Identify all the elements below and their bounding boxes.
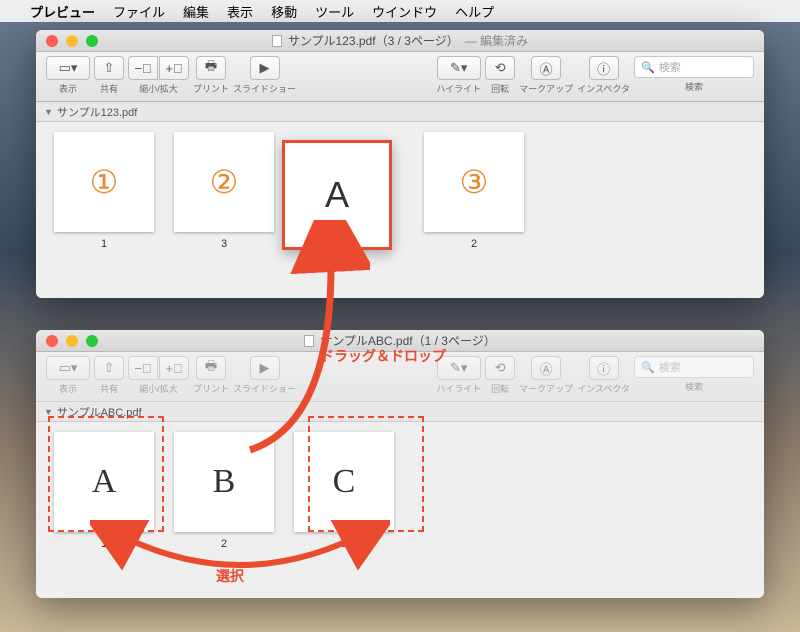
highlight-label: ハイライト: [436, 382, 481, 395]
view-label: 表示: [59, 82, 77, 95]
page-thumb-2[interactable]: ②3: [174, 132, 274, 250]
page-thumb-3[interactable]: ③2: [424, 132, 524, 250]
selection-outline-c: [308, 416, 424, 532]
share-label: 共有: [100, 82, 118, 95]
title-text: サンプル123.pdf（3 / 3ページ）: [288, 32, 459, 49]
drag-count-badge: 1: [328, 242, 346, 257]
view-label: 表示: [59, 382, 77, 395]
inspector-button[interactable]: ⓘ: [589, 356, 619, 380]
zoom-label: 縮小/拡大: [139, 382, 178, 395]
menu-tool[interactable]: ツール: [315, 2, 354, 21]
print-button[interactable]: 🖶: [196, 56, 226, 80]
page-thumb-b[interactable]: B2: [174, 432, 274, 550]
rotate-label: 回転: [491, 382, 509, 395]
print-label: プリント: [193, 82, 229, 95]
page-number: 1: [101, 238, 107, 250]
document-icon: [304, 335, 314, 347]
thumb-preview: ③: [424, 132, 524, 232]
thumb-preview: B: [174, 432, 274, 532]
highlight-label: ハイライト: [436, 82, 481, 95]
search-icon: 🔍: [641, 361, 655, 374]
annotation-select: 選択: [216, 566, 244, 586]
disclosure-triangle-icon[interactable]: ▼: [44, 107, 53, 117]
menu-view[interactable]: 表示: [227, 2, 253, 21]
drag-letter: A: [325, 174, 349, 216]
print-label: プリント: [193, 382, 229, 395]
slideshow-label: スライドショー: [233, 382, 296, 395]
disclosure-triangle-icon[interactable]: ▼: [44, 407, 53, 417]
thumb-preview: ①: [54, 132, 154, 232]
rotate-label: 回転: [491, 82, 509, 95]
page-thumb-1[interactable]: ①1: [54, 132, 154, 250]
menu-file[interactable]: ファイル: [113, 2, 165, 21]
zoom-label: 縮小/拡大: [139, 82, 178, 95]
share-label: 共有: [100, 382, 118, 395]
zoom-out-button[interactable]: −⃝: [128, 56, 158, 80]
zoom-out-button[interactable]: −⃝: [128, 356, 158, 380]
filename-label: サンプル123.pdf: [57, 104, 137, 120]
page-number: 3: [341, 538, 347, 550]
page-number: 1: [101, 538, 107, 550]
document-icon: [272, 35, 282, 47]
share-button[interactable]: ⇧: [94, 356, 124, 380]
markup-button[interactable]: Ⓐ: [531, 356, 561, 380]
thumb-preview: ②: [174, 132, 274, 232]
window-title: サンプル123.pdf（3 / 3ページ） — 編集済み: [36, 32, 764, 49]
dragged-page-thumb[interactable]: A 1: [282, 140, 392, 250]
search-input[interactable]: 🔍 検索: [634, 356, 754, 378]
inspector-label: インスペクタ: [577, 82, 630, 95]
menu-go[interactable]: 移動: [271, 2, 297, 21]
search-label: 検索: [685, 380, 703, 393]
search-placeholder: 検索: [659, 359, 681, 375]
page-number: 2: [221, 538, 227, 550]
titlebar[interactable]: サンプル123.pdf（3 / 3ページ） — 編集済み: [36, 30, 764, 52]
slideshow-button[interactable]: ▶: [250, 356, 280, 380]
preview-window-1: サンプル123.pdf（3 / 3ページ） — 編集済み ▭▾ 表示 ⇧ 共有 −⃝…: [36, 30, 764, 298]
slideshow-label: スライドショー: [233, 82, 296, 95]
search-placeholder: 検索: [659, 59, 681, 75]
selection-outline-a: [48, 416, 164, 532]
view-mode-button[interactable]: ▭▾: [46, 356, 90, 380]
markup-button[interactable]: Ⓐ: [531, 56, 561, 80]
zoom-in-button[interactable]: +⃝: [159, 356, 189, 380]
inspector-button[interactable]: ⓘ: [589, 56, 619, 80]
page-number: 3: [221, 238, 227, 250]
annotation-drag-drop: ドラッグ＆ドロップ: [320, 346, 446, 366]
edited-label: — 編集済み: [465, 32, 528, 49]
page-number: 2: [471, 238, 477, 250]
print-button[interactable]: 🖶: [196, 356, 226, 380]
rotate-button[interactable]: ⟲: [485, 56, 515, 80]
contact-sheet-header[interactable]: ▼ サンプル123.pdf: [36, 102, 764, 122]
menu-window[interactable]: ウインドウ: [372, 2, 437, 21]
inspector-label: インスペクタ: [577, 382, 630, 395]
zoom-in-button[interactable]: +⃝: [159, 56, 189, 80]
rotate-button[interactable]: ⟲: [485, 356, 515, 380]
highlight-button[interactable]: ✎▾: [437, 56, 481, 80]
slideshow-button[interactable]: ▶: [250, 56, 280, 80]
app-name[interactable]: プレビュー: [30, 2, 95, 21]
contact-sheet: ①1 ②3 ③2: [36, 122, 764, 298]
view-mode-button[interactable]: ▭▾: [46, 56, 90, 80]
search-icon: 🔍: [641, 61, 655, 74]
search-input[interactable]: 🔍 検索: [634, 56, 754, 78]
menu-help[interactable]: ヘルプ: [455, 2, 494, 21]
toolbar: ▭▾ 表示 ⇧ 共有 −⃝+⃝ 縮小/拡大 🖶 プリント ▶ スライドショー ✎▾ ハイライ…: [36, 52, 764, 102]
share-button[interactable]: ⇧: [94, 56, 124, 80]
markup-label: マークアップ: [519, 82, 573, 95]
search-label: 検索: [685, 80, 703, 93]
menu-edit[interactable]: 編集: [183, 2, 209, 21]
macos-menubar: プレビュー ファイル 編集 表示 移動 ツール ウインドウ ヘルプ: [0, 0, 800, 22]
markup-label: マークアップ: [519, 382, 573, 395]
